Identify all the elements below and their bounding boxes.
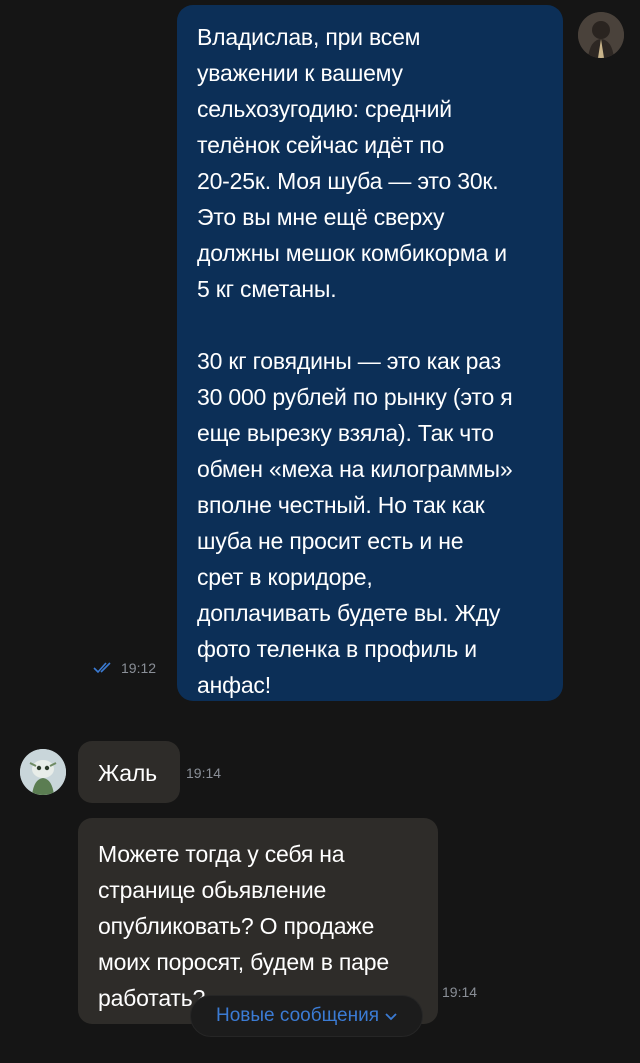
new-messages-label: Новые сообщения bbox=[216, 1005, 379, 1026]
new-messages-button[interactable]: Новые сообщения bbox=[190, 995, 423, 1037]
own-avatar[interactable] bbox=[578, 12, 624, 58]
outgoing-message-bubble[interactable]: Владислав, при всем уважении к вашему се… bbox=[177, 5, 563, 701]
incoming-message-text: Жаль bbox=[98, 760, 157, 786]
incoming-message-time: 19:14 bbox=[186, 765, 222, 781]
incoming-message-bubble[interactable]: Можете тогда у себя на странице обьявлен… bbox=[78, 818, 438, 1024]
outgoing-message-time: 19:12 bbox=[121, 660, 157, 676]
chevron-down-icon bbox=[385, 1005, 397, 1027]
incoming-message-text: Можете тогда у себя на странице обьявлен… bbox=[98, 841, 389, 1011]
outgoing-message-text: Владислав, при всем уважении к вашему се… bbox=[197, 24, 513, 698]
outgoing-message-meta: 19:12 bbox=[93, 660, 156, 676]
incoming-message-bubble[interactable]: Жаль bbox=[78, 741, 180, 803]
incoming-message-time: 19:14 bbox=[442, 984, 478, 1000]
contact-avatar[interactable] bbox=[20, 749, 66, 795]
double-check-icon bbox=[93, 661, 117, 675]
